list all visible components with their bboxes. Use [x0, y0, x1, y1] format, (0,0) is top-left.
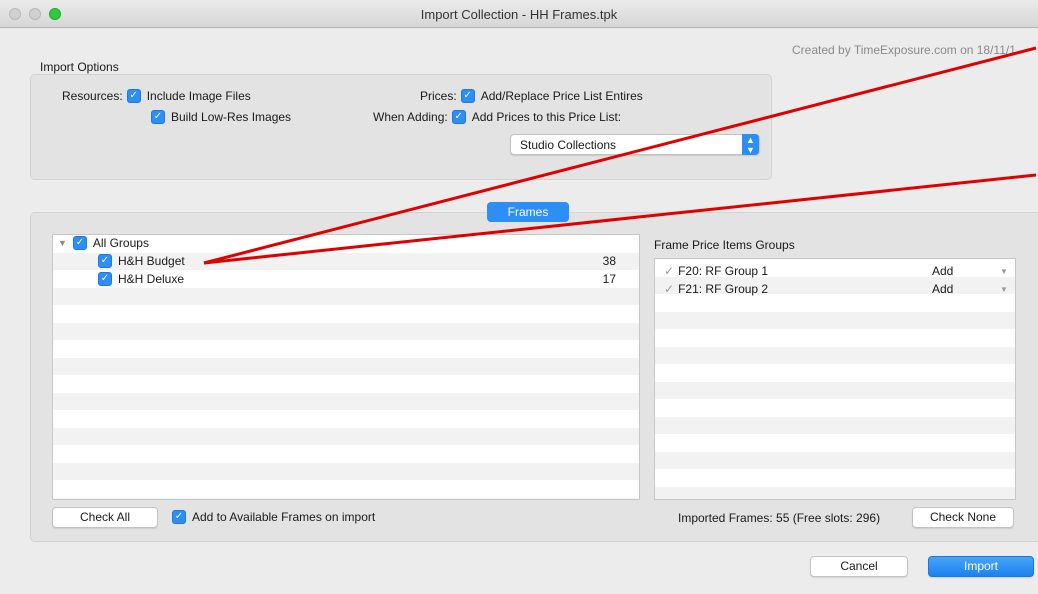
add-replace-row: Prices: ✓ Add/Replace Price List Entires	[420, 89, 643, 103]
resources-label: Resources:	[62, 89, 123, 103]
checkmark-icon: ✓	[153, 111, 163, 122]
frame-price-action[interactable]: Add	[932, 264, 953, 278]
build-low-res-checkbox[interactable]: ✓	[151, 110, 165, 124]
group-name: H&H Deluxe	[118, 272, 185, 286]
group-checkbox[interactable]: ✓	[98, 254, 112, 268]
checkmark-icon: ✓	[75, 237, 85, 248]
updown-chevron-icon: ▲ ▼	[742, 134, 759, 155]
group-count: 17	[602, 272, 616, 286]
checkmark-icon: ✓	[174, 511, 184, 522]
add-available-row: ✓ Add to Available Frames on import	[168, 510, 375, 524]
group-count: 38	[602, 254, 616, 268]
checkmark-icon: ✓	[463, 90, 472, 101]
title-bar: Import Collection - HH Frames.tpk	[0, 0, 1038, 28]
add-prices-label[interactable]: Add Prices to this Price List:	[472, 110, 621, 124]
check-all-button[interactable]: Check All	[52, 507, 158, 528]
frame-price-name: F21: RF Group 2	[678, 282, 769, 296]
add-replace-label[interactable]: Add/Replace Price List Entires	[481, 89, 643, 103]
group-checkbox[interactable]: ✓	[98, 272, 112, 286]
list-item[interactable]: ✓ F21: RF Group 2	[664, 282, 768, 296]
triangle-down-icon[interactable]: ▼	[1000, 285, 1008, 294]
add-prices-row: When Adding: ✓ Add Prices to this Price …	[373, 110, 621, 124]
cancel-button[interactable]: Cancel	[810, 556, 908, 577]
list-item[interactable]: ✓ H&H Deluxe	[94, 272, 184, 286]
frame-price-action[interactable]: Add	[932, 282, 953, 296]
price-list-select[interactable]: Studio Collections ▲ ▼	[510, 134, 760, 155]
frame-price-name: F20: RF Group 1	[678, 264, 769, 278]
check-none-button[interactable]: Check None	[912, 507, 1014, 528]
include-image-files-label[interactable]: Include Image Files	[147, 89, 251, 103]
checkmark-icon: ✓	[454, 111, 463, 122]
price-list-value: Studio Collections	[520, 138, 617, 152]
all-groups-label: All Groups	[92, 236, 149, 250]
list-item[interactable]: ✓ H&H Budget	[94, 254, 185, 268]
checkmark-icon: ✓	[100, 255, 110, 266]
add-available-label[interactable]: Add to Available Frames on import	[192, 510, 375, 524]
add-replace-checkbox[interactable]: ✓	[460, 89, 475, 103]
checkmark-icon: ✓	[100, 273, 110, 284]
add-prices-checkbox[interactable]: ✓	[451, 110, 466, 124]
checkmark-icon: ✓	[129, 90, 138, 101]
import-options-heading: Import Options	[40, 60, 119, 74]
prices-label: Prices:	[420, 89, 457, 103]
list-item[interactable]: ✓ F20: RF Group 1	[664, 264, 768, 278]
checkmark-icon: ✓	[664, 282, 675, 296]
checkmark-icon: ✓	[664, 264, 675, 278]
window-title: Import Collection - HH Frames.tpk	[420, 7, 618, 22]
all-groups-row[interactable]: ▼ ✓ All Groups	[58, 236, 149, 250]
triangle-down-icon[interactable]: ▼	[1000, 267, 1008, 276]
credit-text: Created by TimeExposure.com on 18/11/1	[792, 43, 1016, 57]
include-image-files-row: Resources: ✓ Include Image Files	[62, 89, 251, 103]
import-button[interactable]: Import	[928, 556, 1034, 577]
group-name: H&H Budget	[118, 254, 185, 268]
when-adding-label: When Adding:	[373, 110, 448, 124]
imported-status: Imported Frames: 55 (Free slots: 296)	[678, 511, 881, 525]
all-groups-checkbox[interactable]: ✓	[72, 236, 87, 250]
frame-price-heading: Frame Price Items Groups	[654, 238, 795, 252]
build-low-res-row: ✓ Build Low-Res Images	[147, 110, 291, 124]
add-available-checkbox[interactable]: ✓	[172, 510, 186, 524]
tab-frames[interactable]: Frames	[487, 202, 569, 222]
triangle-down-icon[interactable]: ▼	[58, 238, 67, 248]
build-low-res-label[interactable]: Build Low-Res Images	[171, 110, 291, 124]
include-image-files-checkbox[interactable]: ✓	[126, 89, 141, 103]
